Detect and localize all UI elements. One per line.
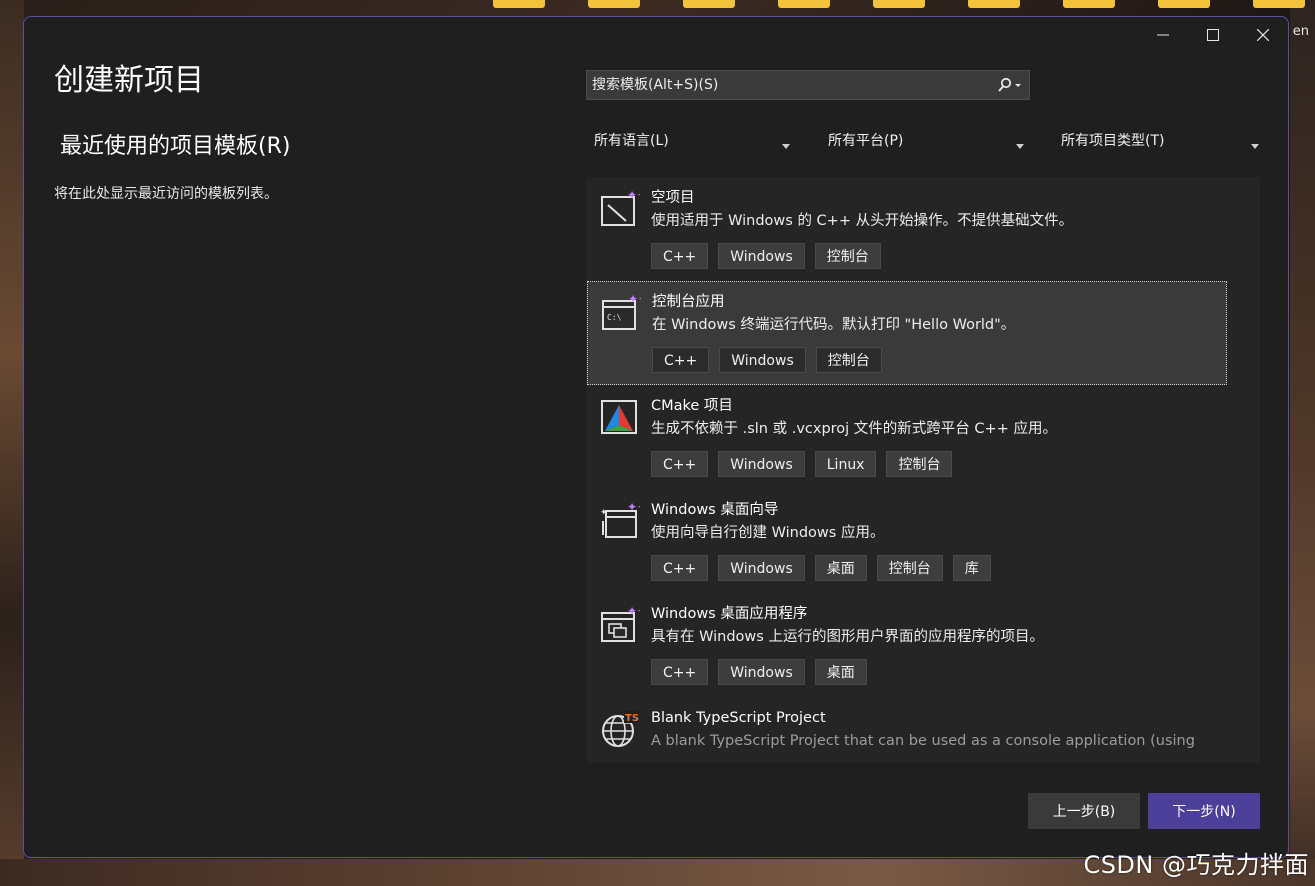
tag: C++ — [651, 555, 709, 581]
back-button[interactable]: 上一步(B) — [1028, 793, 1140, 829]
console-app-icon: C:\ ✦✦ — [601, 292, 648, 333]
svg-text:✦: ✦ — [600, 508, 608, 518]
desktop-app-icon: ✦✦ — [600, 604, 647, 645]
template-name: CMake 项目 — [651, 398, 733, 414]
tag: C++ — [651, 451, 709, 477]
tag: 库 — [952, 555, 991, 581]
tag: Windows — [719, 347, 806, 373]
window-controls — [1138, 17, 1288, 53]
wallpaper-tile — [778, 0, 830, 8]
recent-templates-heading: 最近使用的项目模板(R) — [60, 134, 291, 159]
empty-project-icon: ✦✦ — [600, 188, 647, 229]
svg-text:C:\: C:\ — [607, 313, 622, 322]
template-item-desktop-app[interactable]: ✦✦ Windows 桌面应用程序 具有在 Windows 上运行的图形用户界面… — [586, 593, 1260, 697]
wallpaper-tile — [683, 0, 735, 8]
template-tags: C++ Windows 桌面 控制台 库 — [651, 555, 1260, 581]
template-name: Blank TypeScript Project — [651, 710, 826, 726]
template-list: ✦✦ 空项目 使用适用于 Windows 的 C++ 从头开始操作。不提供基础文… — [586, 177, 1260, 763]
tag: Windows — [718, 243, 805, 269]
project-type-filter-label: 所有项目类型(T) — [1061, 133, 1165, 149]
wallpaper-left — [0, 0, 24, 886]
template-name: 空项目 — [651, 190, 695, 206]
tag: 桌面 — [814, 555, 867, 581]
create-project-dialog: 创建新项目 最近使用的项目模板(R) 将在此处显示最近访问的模板列表。 所有语言… — [23, 16, 1289, 858]
svg-text:✦✦: ✦✦ — [627, 189, 640, 202]
template-name: Windows 桌面应用程序 — [651, 606, 808, 622]
wallpaper-tile — [588, 0, 640, 8]
svg-text:TS: TS — [625, 713, 639, 724]
tag: 控制台 — [886, 451, 953, 477]
language-filter-dropdown[interactable]: 所有语言(L) — [594, 125, 790, 155]
search-icon[interactable] — [991, 71, 1029, 99]
wallpaper-tile — [1158, 0, 1210, 8]
filter-bar: 所有语言(L) 所有平台(P) 所有项目类型(T) — [586, 125, 1266, 155]
template-item-desktop-wizard[interactable]: ✦ ✦✦ Windows 桌面向导 使用向导自行创建 Windows 应用。 C… — [586, 489, 1260, 593]
wallpaper-right — [1290, 0, 1315, 886]
template-description: 使用向导自行创建 Windows 应用。 — [651, 525, 885, 541]
language-filter-label: 所有语言(L) — [594, 133, 669, 149]
template-item-empty-project[interactable]: ✦✦ 空项目 使用适用于 Windows 的 C++ 从头开始操作。不提供基础文… — [586, 177, 1260, 281]
template-name: 控制台应用 — [652, 294, 725, 310]
tag: Windows — [718, 659, 805, 685]
close-icon — [1257, 29, 1269, 41]
tag: 桌面 — [814, 659, 867, 685]
chevron-down-icon — [1016, 137, 1024, 153]
minimize-icon — [1157, 29, 1169, 41]
watermark: CSDN @巧克力拌面 — [1083, 851, 1309, 879]
wallpaper-tile — [968, 0, 1020, 8]
next-button[interactable]: 下一步(N) — [1148, 793, 1260, 829]
minimize-button[interactable] — [1138, 17, 1188, 53]
wallpaper-tile — [1253, 0, 1305, 8]
tag: C++ — [652, 347, 710, 373]
svg-text:✦✦: ✦✦ — [627, 605, 640, 618]
maximize-icon — [1207, 29, 1219, 41]
tag: 控制台 — [814, 243, 881, 269]
wallpaper-corner-text: en — [1292, 24, 1309, 39]
cmake-icon — [600, 397, 640, 437]
template-name: Windows 桌面向导 — [651, 502, 779, 518]
platform-filter-dropdown[interactable]: 所有平台(P) — [828, 125, 1024, 155]
template-search-box — [586, 70, 1030, 100]
template-description: 在 Windows 终端运行代码。默认打印 "Hello World"。 — [652, 317, 1016, 333]
typescript-globe-icon: TS — [600, 709, 640, 749]
project-type-filter-dropdown[interactable]: 所有项目类型(T) — [1061, 125, 1259, 155]
svg-text:✦✦: ✦✦ — [628, 293, 641, 306]
template-tags: C++ Windows Linux 控制台 — [651, 451, 1260, 477]
template-description: 使用适用于 Windows 的 C++ 从头开始操作。不提供基础文件。 — [651, 213, 1074, 229]
template-tags: C++ Windows 桌面 — [651, 659, 1260, 685]
tag: 控制台 — [876, 555, 943, 581]
chevron-down-icon — [782, 137, 790, 153]
template-tags: C++ Windows 控制台 — [652, 347, 1227, 373]
wallpaper-tile — [1063, 0, 1115, 8]
recent-templates-description: 将在此处显示最近访问的模板列表。 — [54, 186, 278, 202]
template-item-console-app[interactable]: C:\ ✦✦ 控制台应用 在 Windows 终端运行代码。默认打印 "Hell… — [587, 281, 1227, 385]
tag: C++ — [651, 243, 709, 269]
close-button[interactable] — [1238, 17, 1288, 53]
chevron-down-icon — [1251, 137, 1259, 153]
page-title: 创建新项目 — [54, 63, 204, 98]
desktop-wizard-icon: ✦ ✦✦ — [600, 500, 647, 541]
wallpaper-tile — [493, 0, 545, 8]
tag: Linux — [814, 451, 877, 477]
tag: C++ — [651, 659, 709, 685]
tag: Windows — [718, 451, 805, 477]
tag: Windows — [718, 555, 805, 581]
template-description: 生成不依赖于 .sln 或 .vcxproj 文件的新式跨平台 C++ 应用。 — [651, 421, 1057, 437]
template-item-blank-typescript[interactable]: TS Blank TypeScript Project A blank Type… — [586, 697, 1260, 763]
template-search-input[interactable] — [587, 76, 991, 94]
template-item-cmake[interactable]: CMake 项目 生成不依赖于 .sln 或 .vcxproj 文件的新式跨平台… — [586, 385, 1260, 489]
tag: 控制台 — [815, 347, 882, 373]
template-tags: C++ Windows 控制台 — [651, 243, 1260, 269]
platform-filter-label: 所有平台(P) — [828, 133, 904, 149]
wallpaper-tile — [873, 0, 925, 8]
maximize-button[interactable] — [1188, 17, 1238, 53]
template-description: A blank TypeScript Project that can be u… — [651, 733, 1195, 749]
template-description: 具有在 Windows 上运行的图形用户界面的应用程序的项目。 — [651, 629, 1044, 645]
svg-text:✦✦: ✦✦ — [627, 501, 640, 514]
